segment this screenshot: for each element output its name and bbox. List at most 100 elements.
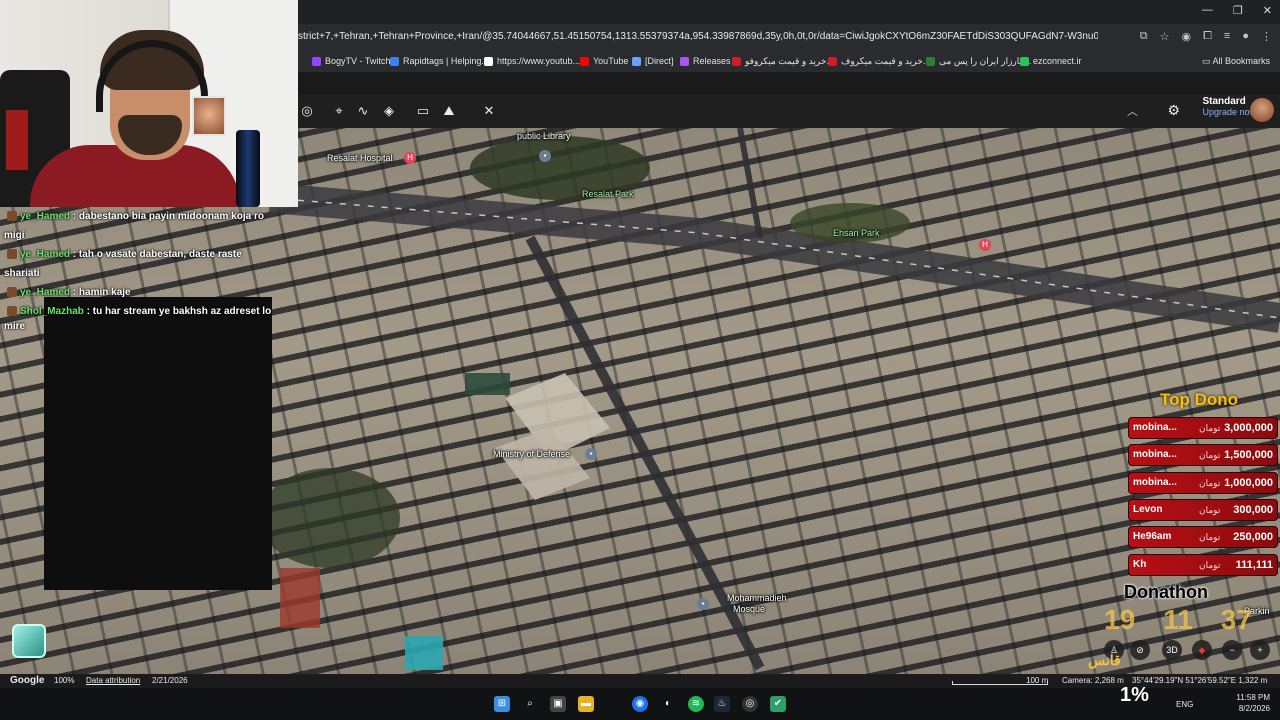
chat-message: ye_Hamed : tah o vasate dabestan, daste … (4, 249, 242, 279)
minimize-icon[interactable]: — (1202, 4, 1213, 17)
dono-row: He96am تومان 250,000 (1128, 526, 1278, 548)
map-label-resalat-park[interactable]: Resalat Park (582, 189, 634, 199)
toggle-3d-button[interactable]: 3D (1162, 640, 1182, 660)
media-icon[interactable]: ≡ (1224, 30, 1230, 43)
projects-icon[interactable]: ◎ (298, 102, 316, 120)
hospital-pin-icon-2[interactable]: H (979, 239, 991, 251)
compass-icon[interactable]: ◆ (1192, 640, 1212, 660)
coordinates: 35°44'29.19"N 51°26'59.52"E 1,322 m (1132, 676, 1268, 685)
obs-icon[interactable]: ◎ (742, 696, 758, 712)
dono-row: mobina... تومان 1,500,000 (1128, 444, 1278, 466)
map-nav-controls: ♙ ⊘ 3D ◆ − + (1100, 638, 1278, 662)
mosque-pin-icon[interactable]: ▪ (697, 598, 709, 610)
url-text[interactable]: strict+7,+Tehran,+Tehran+Province,+Iran/… (298, 31, 1098, 42)
bookmark-star-icon[interactable]: ☆ (1160, 30, 1170, 43)
map-label-mosque[interactable]: Mohammadieh (727, 593, 787, 603)
top-dono-title: Top Dono (1160, 390, 1239, 409)
chat-badge-icon (7, 249, 17, 260)
dono-row: mobina... تومان 3,000,000 (1128, 417, 1278, 439)
task-view-icon[interactable]: ▣ (550, 696, 566, 712)
chat-panel (44, 297, 272, 590)
map-label-hospital[interactable]: Resalat Hospital (327, 153, 393, 163)
chat-overlay: ye_Hamed : dabestano bia payin midoonam … (0, 207, 272, 332)
location-off-icon[interactable]: ⊘ (1130, 640, 1150, 660)
bookmark-item[interactable]: Releases (680, 56, 731, 66)
zoom-in-icon[interactable]: + (1250, 640, 1270, 660)
bookmark-item[interactable]: https://www.youtub... (484, 56, 580, 66)
bookmark-item[interactable]: خرید و قیمت میکروفو... (732, 56, 834, 67)
taskbar: ⊞ ⌕ ▣ ▬ ◉ ◐ ≋ ♨ ◎ ✔ ENG 11:58 PM 8/2/202… (0, 688, 1280, 720)
bookmark-favicon-icon (680, 56, 689, 66)
map-status-bar: Google 100% Data attribution 2/21/2026 1… (0, 674, 1280, 688)
language-indicator[interactable]: ENG (1176, 700, 1193, 709)
bookmark-item[interactable]: YouTube (580, 56, 628, 66)
earth-toolbar: ◎ ⌖ ∿ ◈ ▭ ⛰ ✕ ︿ ⚙ Standard Upgrade now (298, 94, 1280, 128)
search-icon[interactable]: ⌕ (522, 696, 538, 712)
clock-time: 11:58 PM (1236, 693, 1270, 702)
app-icon[interactable]: ◐ (660, 696, 676, 712)
bookmark-item[interactable]: کارزار ایران را پس می... (926, 56, 1031, 67)
bookmark-item[interactable]: خرید و قیمت میکروف... (828, 56, 930, 67)
spotify-icon[interactable]: ≋ (688, 696, 704, 712)
extensions-icon[interactable]: ⧠ (1203, 30, 1212, 43)
close-icon[interactable]: ✕ (1263, 4, 1272, 17)
upgrade-link[interactable]: Upgrade now (1202, 107, 1256, 117)
extension-badge-icon[interactable]: ◉ (1182, 30, 1192, 43)
path-icon[interactable]: ∿ (354, 102, 372, 120)
library-pin-icon[interactable]: ▪ (539, 150, 551, 162)
screen: public Library ▪ Resalat Hospital H Resa… (0, 0, 1280, 720)
map-label-ministry[interactable]: Ministry of Defense (493, 449, 570, 459)
plan-title: Standard (1202, 96, 1246, 107)
tools-icon[interactable]: ✕ (480, 102, 498, 120)
imagery-date: 2/21/2026 (152, 676, 188, 685)
profile-icon[interactable]: ● (1242, 30, 1249, 43)
stream-logo-icon (12, 624, 46, 658)
bookmark-item[interactable]: BogyTV - Twitch (312, 56, 390, 66)
webcam-chair-accent (6, 110, 28, 170)
plan-badge[interactable]: Standard Upgrade now (1202, 96, 1256, 117)
clock-date: 8/2/2026 (1238, 704, 1270, 713)
chrome-icon[interactable]: ◉ (632, 696, 648, 712)
webcam-bottle (236, 130, 260, 207)
park-area (260, 468, 400, 568)
place-pin-icon[interactable]: ⌖ (330, 102, 348, 120)
folder-icon: ▭ (1201, 56, 1213, 66)
windows-start-icon[interactable]: ⊞ (494, 696, 510, 712)
maximize-icon[interactable]: ❐ (1233, 4, 1243, 17)
bookmark-favicon-icon (1020, 56, 1029, 66)
sports-field (465, 373, 510, 395)
zoom-out-icon[interactable]: − (1222, 640, 1242, 660)
bookmark-favicon-icon (484, 56, 493, 66)
address-bar[interactable]: strict+7,+Tehran,+Tehran+Province,+Iran/… (298, 24, 1280, 52)
hospital-pin-icon[interactable]: H (404, 152, 416, 164)
bookmark-favicon-icon (926, 57, 935, 66)
map-label-library[interactable]: public Library (517, 131, 571, 141)
bookmark-favicon-icon (390, 56, 399, 66)
image-capture-icon[interactable]: ⛰ (440, 102, 458, 120)
more-menu-icon[interactable]: ⋮ (1261, 30, 1272, 43)
measure-icon[interactable]: ▭ (414, 102, 432, 120)
camera-altitude: Camera: 2,268 m (1062, 676, 1124, 685)
ministry-pin-icon[interactable]: ▪ (585, 448, 597, 460)
all-bookmarks-button[interactable]: ▭ All Bookmarks (1202, 56, 1270, 67)
chevron-up-icon[interactable]: ︿ (1127, 103, 1138, 119)
bookmark-favicon-icon (732, 57, 741, 66)
file-explorer-icon[interactable]: ▬ (578, 696, 594, 712)
system-clock[interactable]: 11:58 PM 8/2/2026 (1236, 692, 1270, 714)
map-label-ehsan-park[interactable]: Ehsan Park (833, 228, 880, 238)
app-icon-2[interactable]: ✔ (770, 696, 786, 712)
layers-icon[interactable]: ◈ (380, 102, 398, 120)
donathon-timer: 19 11 37 (1104, 604, 1252, 636)
bookmark-item[interactable]: [Direct] (632, 56, 674, 66)
dono-row: Levon تومان 300,000 (1128, 499, 1278, 521)
avatar[interactable] (1250, 98, 1274, 122)
gear-icon[interactable]: ⚙ (1167, 102, 1180, 119)
bookmark-item[interactable]: Rapidtags | Helping... (390, 56, 489, 66)
google-logo: Google (10, 675, 45, 686)
steam-icon[interactable]: ♨ (714, 696, 730, 712)
pool (405, 636, 443, 670)
open-in-new-icon[interactable]: ⧉ (1140, 30, 1148, 43)
bookmark-item[interactable]: ezconnect.ir (1020, 56, 1082, 66)
map-label-mosque-2[interactable]: Mosque (733, 604, 765, 614)
data-attribution-link[interactable]: Data attribution (86, 676, 140, 685)
